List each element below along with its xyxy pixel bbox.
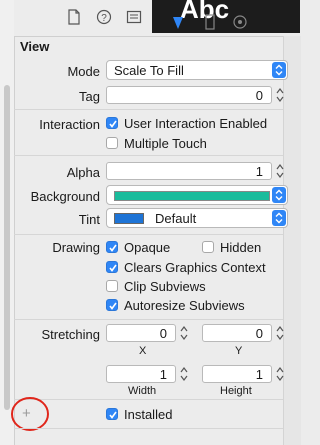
stretch-height-stepper[interactable] [274,364,286,384]
opaque-label: Opaque [124,240,171,255]
mode-popup-chevron-icon [272,62,286,78]
divider [14,319,283,320]
stretch-x-value: 0 [159,326,167,341]
clip-subviews-checkbox[interactable] [106,280,118,292]
divider [14,234,283,235]
stretch-x-caption: X [139,345,147,357]
tint-color-swatch [114,213,144,224]
multiple-touch-label: Multiple Touch [124,136,207,151]
tint-popup-chevron-icon [272,210,286,226]
tag-label: Tag [79,89,100,104]
tint-value: Default [155,211,197,226]
svg-text:?: ? [101,13,107,24]
divider [14,109,283,110]
clears-graphics-checkbox[interactable] [106,261,118,273]
background-color-popup[interactable] [106,185,288,205]
help-icon[interactable]: ? [96,9,112,25]
attributes-inspector-icon[interactable] [172,16,184,30]
background-color-swatch [114,191,270,201]
stretch-width-caption: Width [128,385,157,397]
stretch-y-field[interactable]: 0 [202,324,272,342]
size-inspector-icon[interactable] [204,14,216,30]
tag-value: 0 [255,88,263,103]
stretch-height-value: 1 [255,367,263,382]
autoresize-label: Autoresize Subviews [124,298,245,313]
stretch-y-caption: Y [235,345,243,357]
stretch-width-value: 1 [159,367,167,382]
autoresize-checkbox[interactable] [106,299,118,311]
tag-stepper[interactable] [274,85,286,105]
connections-inspector-icon[interactable] [232,14,248,30]
stretching-label: Stretching [41,327,100,342]
stretch-x-stepper[interactable] [178,323,190,343]
installed-label: Installed [124,407,173,422]
stretch-width-stepper[interactable] [178,364,190,384]
divider [14,428,283,429]
stretch-y-value: 0 [255,326,263,341]
mode-popup[interactable]: Scale To Fill [106,60,288,80]
alpha-label: Alpha [66,165,100,180]
alpha-stepper[interactable] [274,161,286,181]
mode-value: Scale To Fill [114,63,184,78]
hidden-checkbox[interactable] [202,241,214,253]
opaque-checkbox[interactable] [106,241,118,253]
user-interaction-label: User Interaction Enabled [124,116,268,131]
mode-label: Mode [67,64,100,79]
identity-inspector-icon[interactable] [126,9,142,25]
clip-subviews-label: Clip Subviews [124,279,206,294]
hidden-label: Hidden [220,240,262,255]
divider [14,399,283,400]
stretch-height-field[interactable]: 1 [202,365,272,383]
section-title: View [20,39,50,54]
installed-checkbox[interactable] [106,408,118,420]
file-inspector-icon[interactable] [66,9,82,25]
tint-label: Tint [78,212,100,227]
tint-color-popup[interactable]: Default [106,208,288,228]
alpha-value: 1 [255,164,263,179]
stretch-height-caption: Height [220,385,252,397]
stretch-x-field[interactable]: 0 [106,324,176,342]
tag-field[interactable]: 0 [106,86,272,104]
background-popup-chevron-icon [272,187,286,203]
user-interaction-checkbox[interactable] [106,117,118,129]
drawing-label: Drawing [52,240,100,255]
divider [14,155,283,156]
background-label: Background [30,189,100,204]
stretch-width-field[interactable]: 1 [106,365,176,383]
overlay-preview: Abc [152,0,300,33]
clears-graphics-label: Clears Graphics Context [124,260,266,275]
interaction-label: Interaction [39,117,100,132]
alpha-field[interactable]: 1 [106,162,272,180]
stretch-y-stepper[interactable] [274,323,286,343]
multiple-touch-checkbox[interactable] [106,137,118,149]
